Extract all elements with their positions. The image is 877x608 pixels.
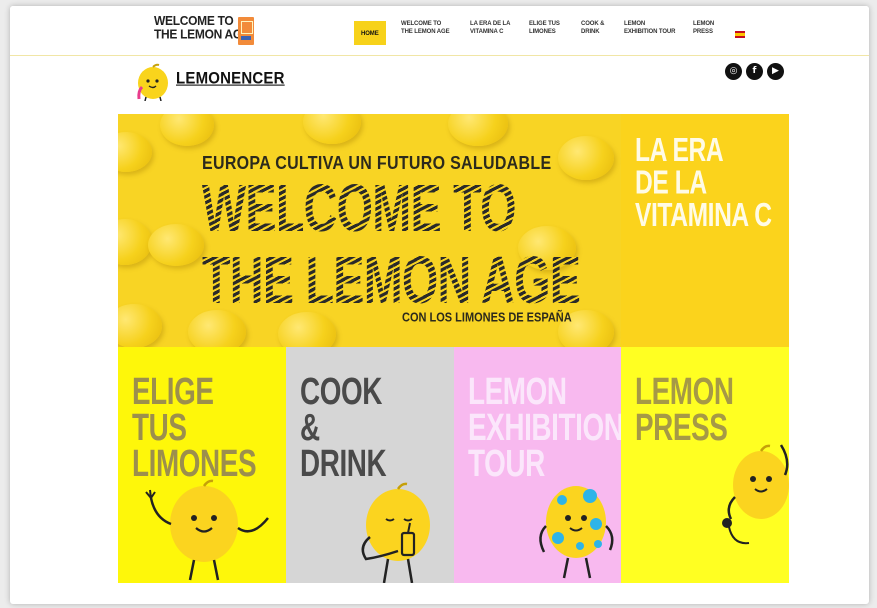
tile-lemon-press[interactable]: LEMON PRESS xyxy=(621,347,789,583)
spain-flag-icon[interactable] xyxy=(735,31,745,38)
tile-exhibition-tour[interactable]: LEMON EXHIBITION TOUR xyxy=(454,347,621,583)
lemon-character-drinking-icon xyxy=(361,482,430,583)
nav-item-cook-drink[interactable]: COOK & DRINK xyxy=(581,20,605,36)
nav-item-welcome[interactable]: WELCOME TO THE LEMON AGE xyxy=(401,20,450,36)
tile-exhibition-tour-label: LEMON EXHIBITION TOUR xyxy=(468,370,621,485)
lemon-decoration xyxy=(148,224,204,266)
top-navigation-bar: WELCOME TO THE LEMON AGE HOME WELCOME TO… xyxy=(10,6,869,56)
site-name-link[interactable]: LEMONENCER xyxy=(176,69,285,88)
hero-title: WELCOME TO THE LEMON AGE xyxy=(202,170,581,318)
youtube-icon[interactable]: ▶ xyxy=(767,63,784,80)
lemon-mascot-icon[interactable] xyxy=(132,63,172,101)
site-header: LEMONENCER ◎ f ▶ xyxy=(10,56,869,112)
brand-logo[interactable]: WELCOME TO THE LEMON AGE xyxy=(154,13,254,47)
lemon-decoration xyxy=(118,132,152,172)
instagram-icon[interactable]: ◎ xyxy=(725,63,742,80)
tile-elige-limones-label: ELIGE TUS LIMONES xyxy=(132,370,257,485)
brand-title: WELCOME TO THE LEMON AGE xyxy=(154,13,250,42)
tile-vitamina-c[interactable]: LA ERA DE LA VITAMINA C xyxy=(621,114,789,347)
nav-item-lemon-press[interactable]: LEMON PRESS xyxy=(693,20,714,36)
tile-vitamina-c-label: LA ERA DE LA VITAMINA C xyxy=(635,131,772,234)
hero-banner[interactable]: EUROPA CULTIVA UN FUTURO SALUDABLE WELCO… xyxy=(118,114,621,347)
lemon-character-microphone-icon xyxy=(722,444,789,545)
lemon-decoration xyxy=(303,114,361,144)
lemon-character-waving-icon xyxy=(145,479,269,581)
nav-item-home[interactable]: HOME xyxy=(354,21,386,45)
facebook-icon[interactable]: f xyxy=(746,63,763,80)
brand-badge-icon xyxy=(238,17,254,45)
tile-elige-limones[interactable]: ELIGE TUS LIMONES xyxy=(118,347,286,583)
tile-cook-drink[interactable]: COOK & DRINK xyxy=(286,347,454,583)
lemon-decoration xyxy=(118,219,152,265)
lemon-decoration xyxy=(160,114,214,146)
lemon-character-spotted-icon xyxy=(539,486,614,579)
nav-item-vitamina-c[interactable]: LA ERA DE LA VITAMINA C xyxy=(470,20,510,36)
nav-item-elige-limones[interactable]: ELIGE TUS LIMONES xyxy=(529,20,560,36)
lemon-decoration xyxy=(448,114,508,146)
browser-page: WELCOME TO THE LEMON AGE HOME WELCOME TO… xyxy=(10,6,869,604)
hero-subtitle: CON LOS LIMONES DE ESPAÑA xyxy=(402,311,572,325)
nav-item-exhibition-tour[interactable]: LEMON EXHIBITION TOUR xyxy=(624,20,676,36)
tile-cook-drink-label: COOK & DRINK xyxy=(300,370,387,485)
lemon-decoration xyxy=(118,304,162,347)
